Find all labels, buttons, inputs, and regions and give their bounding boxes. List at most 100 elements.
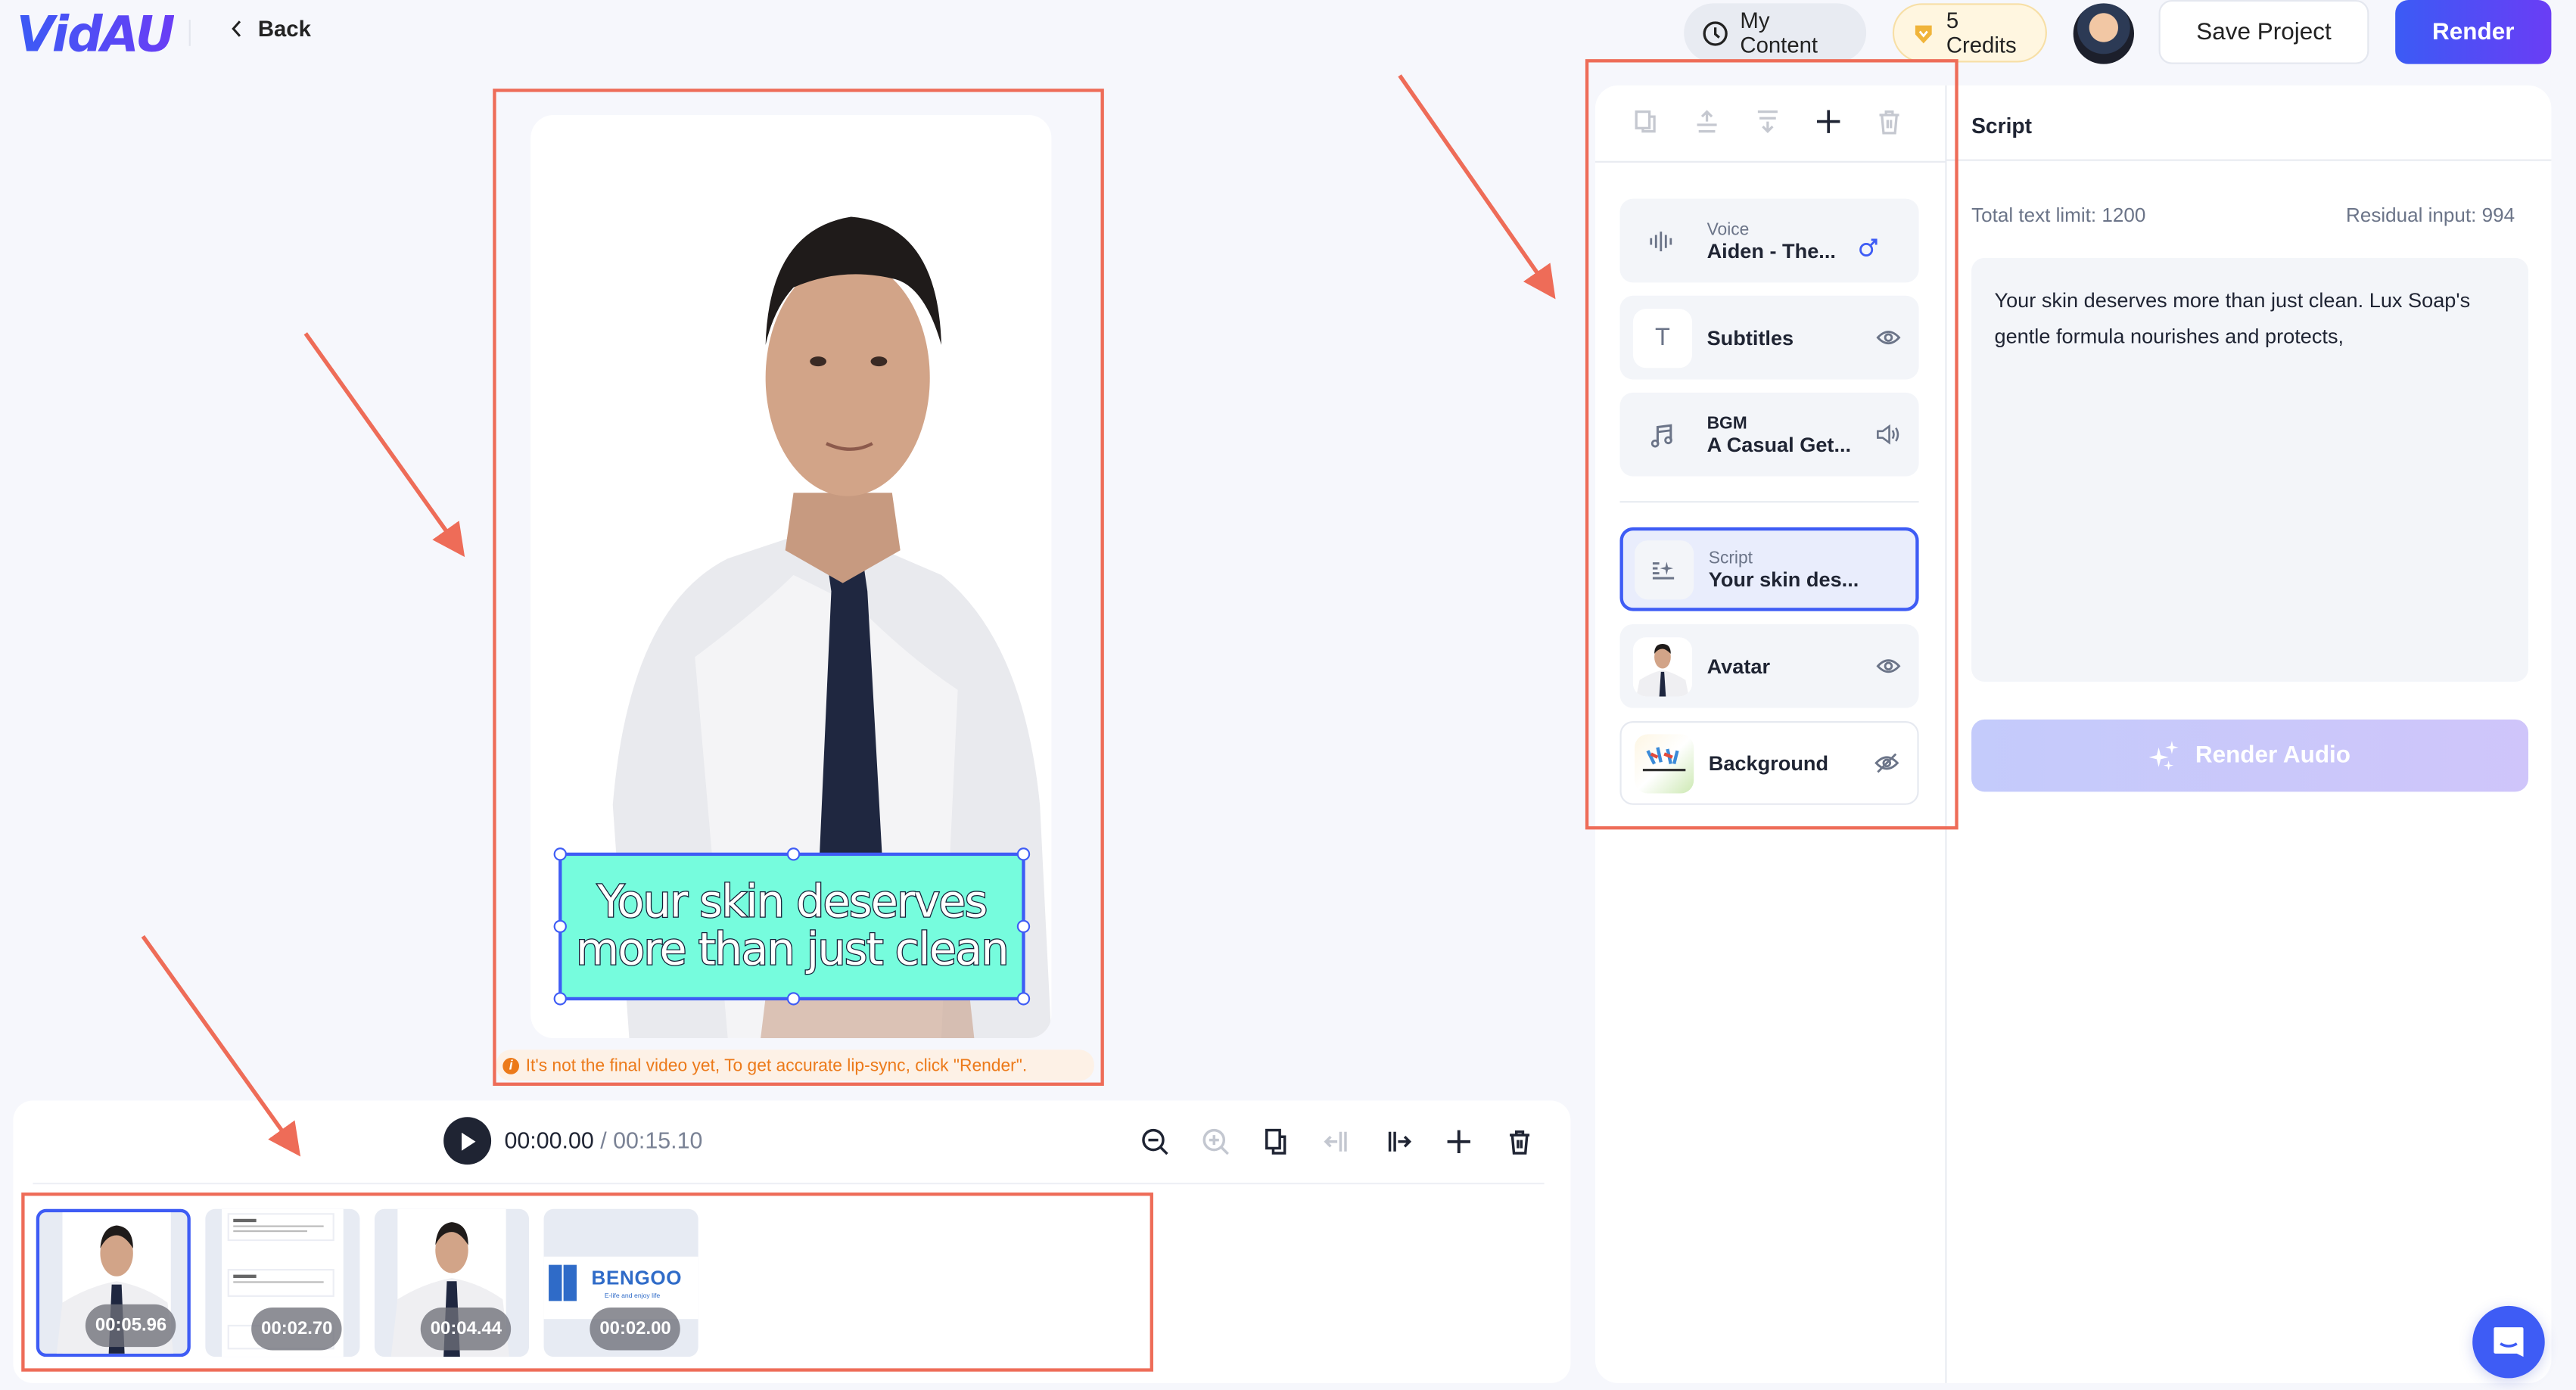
clip-duration: 00:02.00 xyxy=(590,1308,681,1351)
clip-duration: 00:02.70 xyxy=(251,1308,343,1351)
timeline-clip[interactable]: BENGOO E-life and enjoy life 00:02.00 xyxy=(543,1208,698,1357)
duplicate-icon xyxy=(1265,1128,1286,1155)
duplicate-clip-button[interactable] xyxy=(1255,1121,1298,1163)
trash-icon xyxy=(1879,110,1899,135)
arrow-to-layers xyxy=(1398,74,1556,300)
subtitle-text[interactable]: Your skin deserves more than just clean xyxy=(562,878,1022,975)
clip-track: 00:05.96 00:02.70 00:04.44 BENGOO E-life… xyxy=(36,1208,698,1357)
layer-caption: Script xyxy=(1708,547,1753,568)
layer-script[interactable]: Script Your skin des... xyxy=(1619,527,1919,611)
residual-input-label: Residual input: 994 xyxy=(2346,204,2515,227)
clip-duration: 00:05.96 xyxy=(85,1304,177,1348)
layer-name: Subtitles xyxy=(1706,325,1794,350)
timeline-clip[interactable]: 00:05.96 xyxy=(36,1208,191,1357)
resize-handle-bottom-right[interactable] xyxy=(1016,992,1031,1006)
layer-name: Background xyxy=(1708,751,1829,775)
layer-voice[interactable]: Voice Aiden - The... xyxy=(1619,198,1919,283)
layer-background[interactable]: Background xyxy=(1619,721,1919,805)
support-chat-button[interactable] xyxy=(2472,1305,2545,1379)
time-separator: / xyxy=(593,1127,614,1153)
layers-toolbar xyxy=(1626,102,1909,141)
split-left-icon xyxy=(1324,1131,1347,1152)
current-time: 00:00.00 xyxy=(504,1127,594,1153)
clip-duration: 00:04.44 xyxy=(420,1308,512,1351)
chevron-left-icon xyxy=(232,20,241,37)
split-left-button[interactable] xyxy=(1316,1121,1358,1163)
resize-handle-top-left[interactable] xyxy=(553,847,567,861)
lip-sync-warning: i It's not the final video yet, To get a… xyxy=(496,1049,1094,1081)
render-button[interactable]: Render xyxy=(2395,0,2552,64)
layer-avatar[interactable]: Avatar xyxy=(1619,623,1919,708)
my-content-button[interactable]: My Content xyxy=(1684,3,1867,63)
logo-text: BENGOO xyxy=(591,1266,683,1290)
layer-name: Your skin des... xyxy=(1708,568,1859,591)
resize-handle-bottom[interactable] xyxy=(786,992,801,1006)
playback-time: 00:00.00 / 00:15.10 xyxy=(504,1127,702,1153)
header-divider xyxy=(188,20,191,46)
credits-label: 5 Credits xyxy=(1946,8,2017,58)
back-button[interactable]: Back xyxy=(230,17,311,41)
duplicate-layer-button[interactable] xyxy=(1626,102,1666,141)
zoom-out-icon xyxy=(1142,1128,1168,1155)
total-time: 00:15.10 xyxy=(613,1127,703,1153)
add-layer-button[interactable] xyxy=(1809,102,1848,141)
my-content-label: My Content xyxy=(1740,8,1818,58)
speaker-icon xyxy=(1875,424,1899,445)
timeline-clip[interactable]: 00:04.44 xyxy=(374,1208,530,1357)
timeline-divider xyxy=(33,1183,1545,1185)
resize-handle-top-right[interactable] xyxy=(1016,847,1031,861)
render-audio-button[interactable]: Render Audio xyxy=(1971,719,2529,792)
delete-clip-button[interactable] xyxy=(1498,1121,1541,1163)
credit-gem-icon xyxy=(1915,24,1932,43)
play-button[interactable] xyxy=(443,1117,492,1165)
bring-forward-icon xyxy=(1697,110,1717,133)
visibility-toggle[interactable] xyxy=(1869,328,1906,347)
visibility-toggle[interactable] xyxy=(1869,657,1906,675)
text-t-icon: T xyxy=(1632,308,1693,368)
warning-text: It's not the final video yet, To get acc… xyxy=(525,1055,1028,1075)
script-sparkle-icon xyxy=(1635,540,1694,599)
script-textarea[interactable]: Your skin deserves more than just clean.… xyxy=(1971,257,2529,682)
male-gender-icon xyxy=(1850,238,1886,258)
delete-layer-button[interactable] xyxy=(1869,102,1909,141)
duplicate-icon xyxy=(1635,110,1656,133)
layer-name: Avatar xyxy=(1706,655,1771,678)
timeline-clip[interactable]: 00:02.70 xyxy=(205,1208,360,1357)
music-note-icon xyxy=(1633,405,1692,464)
plus-icon xyxy=(1447,1130,1470,1153)
save-project-button[interactable]: Save Project xyxy=(2158,0,2369,64)
clock-icon xyxy=(1703,20,1728,45)
layer-name: Aiden - The... xyxy=(1706,238,1836,263)
user-avatar[interactable] xyxy=(2073,3,2134,64)
move-layer-up-button[interactable] xyxy=(1688,102,1727,141)
timeline-toolbar xyxy=(1134,1121,1541,1163)
layer-caption: BGM xyxy=(1706,412,1747,434)
sparkle-icon xyxy=(2149,741,2179,771)
layer-caption: Voice xyxy=(1706,219,1750,239)
credits-badge[interactable]: 5 Credits xyxy=(1892,3,2047,63)
script-panel-divider xyxy=(1946,159,2552,161)
add-clip-button[interactable] xyxy=(1438,1121,1480,1163)
layer-name: A Casual Get... xyxy=(1706,433,1852,456)
text-limit-label: Total text limit: 1200 xyxy=(1971,204,2146,227)
resize-handle-left[interactable] xyxy=(553,919,567,934)
eye-icon xyxy=(1875,659,1900,673)
layer-subtitles[interactable]: T Subtitles xyxy=(1619,295,1919,380)
resize-handle-top[interactable] xyxy=(786,847,801,861)
play-icon xyxy=(460,1131,475,1150)
zoom-out-button[interactable] xyxy=(1134,1121,1176,1163)
eye-off-icon xyxy=(1874,753,1899,773)
split-right-button[interactable] xyxy=(1377,1121,1419,1163)
resize-handle-bottom-left[interactable] xyxy=(553,992,567,1006)
volume-button[interactable] xyxy=(1869,424,1906,445)
move-layer-down-button[interactable] xyxy=(1748,102,1787,141)
layer-bgm[interactable]: BGM A Casual Get... xyxy=(1619,392,1919,477)
send-backward-icon xyxy=(1757,110,1778,133)
subtitle-text-box[interactable]: Your skin deserves more than just clean xyxy=(553,847,1031,1006)
vidau-logo[interactable]: VidAU xyxy=(17,7,176,64)
visibility-toggle[interactable] xyxy=(1868,752,1904,773)
zoom-in-button[interactable] xyxy=(1194,1121,1237,1163)
resize-handle-right[interactable] xyxy=(1016,919,1031,934)
eye-icon xyxy=(1875,331,1900,345)
chat-bubble-icon xyxy=(2494,1327,2524,1357)
